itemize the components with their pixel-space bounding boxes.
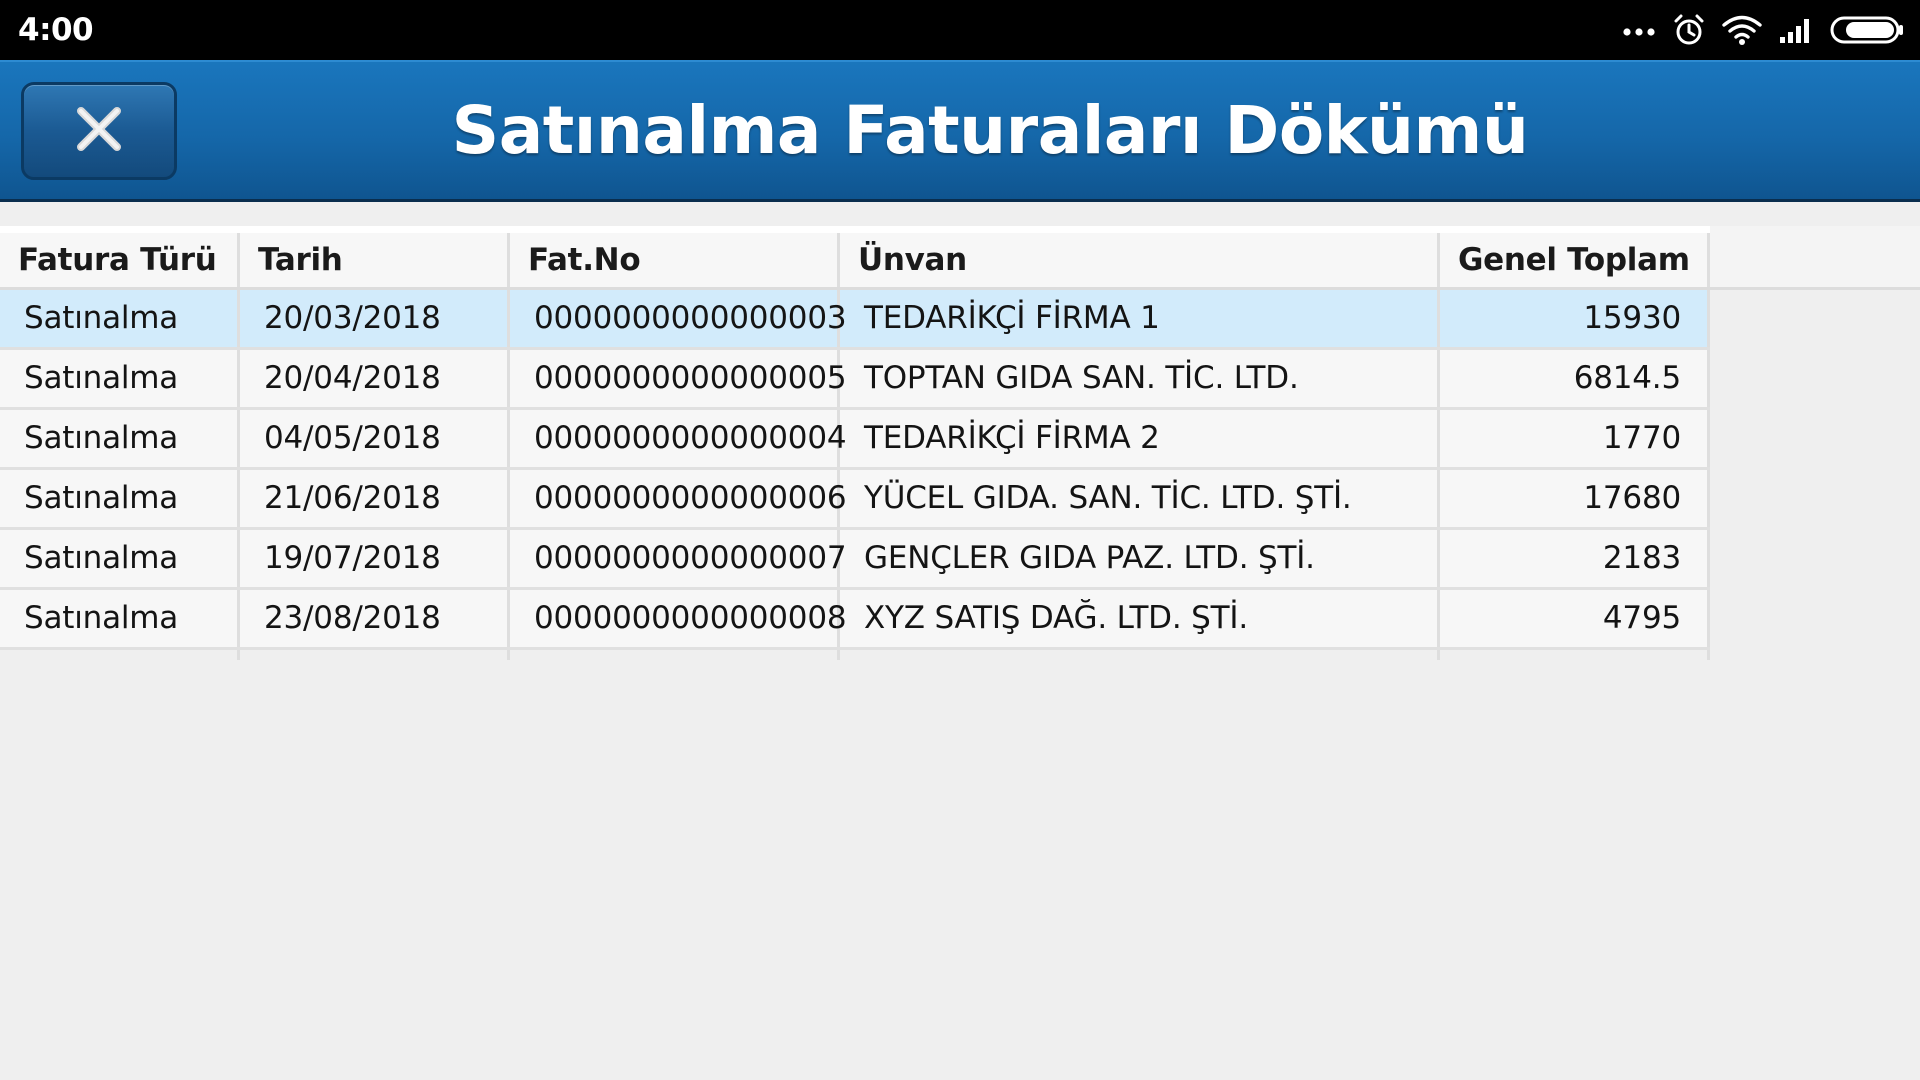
- cell-unvan: XYZ SATIŞ DAĞ. LTD. ŞTİ.: [840, 590, 1440, 647]
- cell-genel-toplam: 17680: [1440, 470, 1710, 527]
- cell-unvan: TOPTAN GIDA SAN. TİC. LTD.: [840, 350, 1440, 407]
- cell-tarih: 21/06/2018: [240, 470, 510, 527]
- close-icon: [74, 104, 124, 159]
- column-header-genel-toplam[interactable]: Genel Toplam: [1440, 233, 1710, 287]
- cell-tarih: 19/07/2018: [240, 530, 510, 587]
- grid-tick: [1440, 650, 1710, 660]
- cell-genel-toplam: 2183: [1440, 530, 1710, 587]
- cell-genel-toplam: 6814.5: [1440, 350, 1710, 407]
- cell-fatura-turu: Satınalma: [0, 350, 240, 407]
- grid-tick: [510, 650, 840, 660]
- invoice-table: Fatura Türü Tarih Fat.No Ünvan Genel Top…: [0, 226, 1920, 660]
- cell-unvan: GENÇLER GIDA PAZ. LTD. ŞTİ.: [840, 530, 1440, 587]
- cell-tarih: 23/08/2018: [240, 590, 510, 647]
- grid-tick: [0, 650, 240, 660]
- cell-fatura-turu: Satınalma: [0, 530, 240, 587]
- table-row[interactable]: Satınalma 21/06/2018 0000000000000006 YÜ…: [0, 470, 1710, 530]
- cell-fatura-turu: Satınalma: [0, 410, 240, 467]
- table-row[interactable]: Satınalma 19/07/2018 0000000000000007 GE…: [0, 530, 1710, 590]
- cell-unvan: TEDARİKÇİ FİRMA 2: [840, 410, 1440, 467]
- table-row[interactable]: Satınalma 23/08/2018 0000000000000008 XY…: [0, 590, 1710, 650]
- table-header-row: Fatura Türü Tarih Fat.No Ünvan Genel Top…: [0, 226, 1920, 290]
- cell-fatura-turu: Satınalma: [0, 290, 240, 347]
- page-title: Satınalma Faturaları Dökümü: [451, 92, 1529, 169]
- column-header-unvan[interactable]: Ünvan: [840, 233, 1440, 287]
- cell-tarih: 20/03/2018: [240, 290, 510, 347]
- signal-icon: [1778, 15, 1814, 45]
- cell-fatura-turu: Satınalma: [0, 470, 240, 527]
- cell-genel-toplam: 1770: [1440, 410, 1710, 467]
- cell-fatura-turu: Satınalma: [0, 590, 240, 647]
- cell-fat-no: 0000000000000007: [510, 530, 847, 587]
- cell-genel-toplam: 4795: [1440, 590, 1710, 647]
- status-time: 4:00: [18, 12, 94, 48]
- cell-fat-no: 0000000000000006: [510, 470, 847, 527]
- close-button[interactable]: [21, 82, 177, 180]
- status-bar: 4:00: [0, 0, 1920, 60]
- column-header-fatura-turu[interactable]: Fatura Türü: [0, 233, 240, 287]
- table-row[interactable]: Satınalma 04/05/2018 0000000000000004 TE…: [0, 410, 1710, 470]
- table-body: Satınalma 20/03/2018 0000000000000003 TE…: [0, 290, 1920, 660]
- alarm-icon: [1672, 13, 1706, 47]
- cell-fat-no: 0000000000000003: [510, 290, 847, 347]
- app-header: Satınalma Faturaları Dökümü: [0, 60, 1920, 202]
- status-icons: [1622, 10, 1904, 50]
- cell-fat-no: 0000000000000004: [510, 410, 847, 467]
- column-header-fat-no[interactable]: Fat.No: [510, 233, 840, 287]
- battery-icon: [1830, 15, 1904, 45]
- cell-fat-no: 0000000000000008: [510, 590, 847, 647]
- wifi-icon: [1722, 14, 1762, 46]
- cell-unvan: TEDARİKÇİ FİRMA 1: [840, 290, 1440, 347]
- cell-tarih: 20/04/2018: [240, 350, 510, 407]
- table-row[interactable]: Satınalma 20/03/2018 0000000000000003 TE…: [0, 290, 1710, 350]
- table-row[interactable]: Satınalma 20/04/2018 0000000000000005 TO…: [0, 350, 1710, 410]
- header-strip: [1710, 226, 1920, 287]
- grid-tick: [840, 650, 1440, 660]
- grid-tail: [0, 650, 1710, 660]
- cell-unvan: YÜCEL GIDA. SAN. TİC. LTD. ŞTİ.: [840, 470, 1440, 527]
- grid-tick: [240, 650, 510, 660]
- cell-tarih: 04/05/2018: [240, 410, 510, 467]
- column-header-tarih[interactable]: Tarih: [240, 233, 510, 287]
- cell-fat-no: 0000000000000005: [510, 350, 847, 407]
- cell-genel-toplam: 15930: [1440, 290, 1710, 347]
- more-dots-icon: [1622, 24, 1656, 36]
